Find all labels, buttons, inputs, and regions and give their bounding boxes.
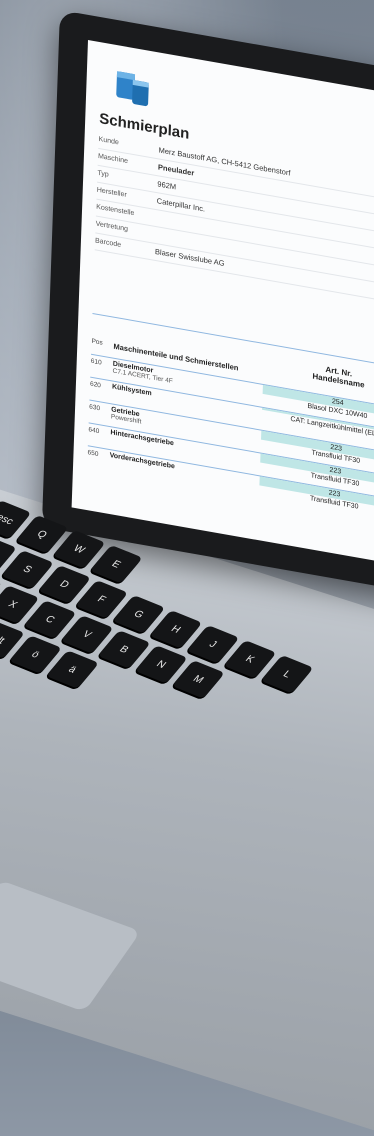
lubrication-table: Pos Maschinenteile und Schmierstellen Ar… xyxy=(87,312,374,535)
metadata-list: Kunde Merz Baustoff AG, CH-5412 Gebenstor… xyxy=(94,131,374,317)
oil-can-logo-icon xyxy=(108,56,160,114)
laptop-screen: Schmierplan Kunde Merz Baustoff AG, CH-54… xyxy=(71,40,374,578)
